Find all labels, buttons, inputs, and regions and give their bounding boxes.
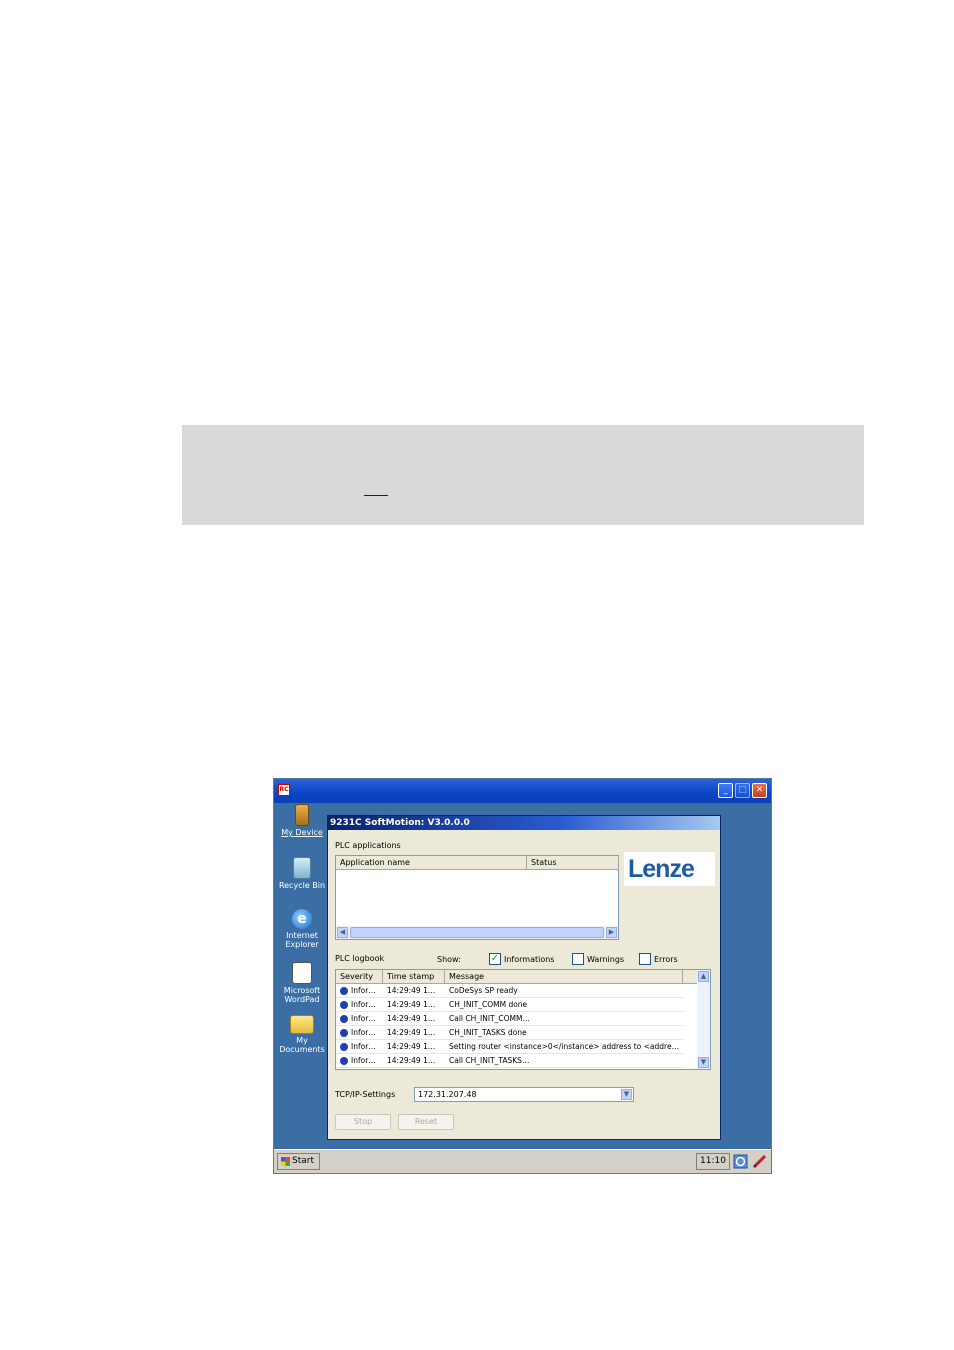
informations-checkbox[interactable]: ✓ — [489, 953, 501, 965]
info-icon — [340, 1001, 348, 1009]
lenze-logo-area: Lenze — [624, 852, 715, 886]
maximize-button[interactable]: □ — [735, 783, 750, 798]
log-message: CoDeSys SP ready — [449, 986, 518, 995]
stop-button[interactable]: Stop — [335, 1114, 391, 1130]
warnings-label: Warnings — [587, 955, 625, 964]
app-title: 9231C SoftMotion: V3.0.0.0 — [328, 816, 720, 830]
log-severity: Infor… — [351, 1014, 376, 1023]
log-time: 14:29:49 1… — [387, 1000, 436, 1009]
desktop-icon-label-2: Documents — [279, 1045, 325, 1054]
log-message: CH_INIT_TASKS done — [449, 1028, 527, 1037]
desktop-icon-my-documents[interactable]: My Documents — [278, 1015, 326, 1054]
log-severity: Infor… — [351, 1000, 376, 1009]
log-row[interactable]: Infor… 14:29:49 1… Call CH_INIT_COMM… — [336, 1012, 684, 1026]
desktop-icon-my-device[interactable]: My Device — [278, 804, 326, 837]
errors-checkbox[interactable] — [639, 953, 651, 965]
log-row[interactable]: Infor… 14:29:49 1… CoDeSys SP ready — [336, 984, 684, 998]
info-icon — [340, 1015, 348, 1023]
log-time: 14:29:49 1… — [387, 1014, 436, 1023]
log-row[interactable]: Infor… 14:29:49 1… Call CH_INIT_TASKS… — [336, 1054, 684, 1068]
log-time: 14:29:49 1… — [387, 1042, 436, 1051]
system-menu-icon[interactable]: RC — [278, 784, 290, 796]
desktop-icon-label: Recycle Bin — [278, 881, 326, 890]
warnings-checkbox[interactable] — [572, 953, 584, 965]
start-button[interactable]: Start — [277, 1153, 320, 1170]
scroll-thumb[interactable] — [350, 927, 604, 938]
desktop-icon-internet-explorer[interactable]: e Internet Explorer — [278, 909, 326, 949]
network-tray-icon[interactable] — [733, 1154, 748, 1169]
log-severity: Infor… — [351, 986, 376, 995]
desktop-icon-label: My — [296, 1036, 308, 1045]
plc-logbook-list[interactable]: Severity Time stamp Message Infor… 14:29… — [335, 969, 711, 1070]
softmotion-window: 9231C SoftMotion: V3.0.0.0 PLC applicati… — [327, 815, 721, 1140]
log-message: Setting router <instance>0</instance> ad… — [449, 1042, 680, 1051]
desktop-icon-label: Internet — [286, 931, 318, 940]
log-severity: Infor… — [351, 1056, 376, 1065]
desktop-icon-wordpad[interactable]: Microsoft WordPad — [278, 962, 326, 1004]
lenze-logo: Lenze — [628, 855, 695, 883]
show-label: Show: — [437, 955, 461, 964]
internet-explorer-icon: e — [292, 909, 312, 929]
scroll-up-icon[interactable]: ▲ — [698, 971, 709, 982]
folder-icon — [290, 1015, 314, 1034]
gray-note-box — [182, 425, 864, 525]
info-icon — [340, 1043, 348, 1051]
log-time: 14:29:49 1… — [387, 986, 436, 995]
errors-label: Errors — [654, 955, 678, 964]
close-button[interactable]: ✕ — [752, 783, 767, 798]
log-row[interactable]: Infor… 14:29:49 1… CH_INIT_TASKS done — [336, 1026, 684, 1040]
tcpip-settings-value: 172.31.207.48 — [418, 1090, 477, 1099]
log-row[interactable]: Infor… 14:29:49 1… Setting router <insta… — [336, 1040, 684, 1054]
log-severity: Infor… — [351, 1042, 376, 1051]
plc-logbook-label: PLC logbook — [335, 954, 385, 963]
info-icon — [340, 987, 348, 995]
recycle-bin-icon — [293, 857, 311, 879]
windows-flag-icon — [281, 1157, 290, 1166]
desktop-icon-label-2: Explorer — [285, 940, 319, 949]
minimize-button[interactable]: _ — [718, 783, 733, 798]
desktop-icon-label: My Device — [281, 828, 323, 837]
scroll-right-icon[interactable]: ▶ — [606, 927, 617, 938]
desktop-icon-label: Microsoft — [283, 986, 321, 995]
log-message: Call CH_INIT_COMM… — [449, 1014, 530, 1023]
tcpip-settings-label: TCP/IP-Settings — [335, 1090, 396, 1099]
column-time-stamp[interactable]: Time stamp — [383, 970, 445, 984]
window-title-bar: RC _ □ ✕ — [274, 779, 771, 803]
log-severity: Infor… — [351, 1028, 376, 1037]
note-underline — [364, 495, 388, 496]
log-row[interactable]: Infor… 14:29:49 1… CH_INIT_COMM done — [336, 998, 684, 1012]
column-application-name[interactable]: Application name — [336, 856, 527, 870]
column-status[interactable]: Status — [527, 856, 619, 870]
log-time: 14:29:49 1… — [387, 1056, 436, 1065]
wordpad-icon — [292, 962, 312, 984]
column-message[interactable]: Message — [445, 970, 683, 984]
start-label: Start — [292, 1156, 314, 1166]
log-message: CH_INIT_COMM done — [449, 1000, 528, 1009]
column-severity[interactable]: Severity — [336, 970, 383, 984]
informations-label: Informations — [504, 955, 555, 964]
log-time: 14:29:49 1… — [387, 1028, 436, 1037]
reset-button[interactable]: Reset — [398, 1114, 454, 1130]
scroll-down-icon[interactable]: ▼ — [698, 1057, 709, 1068]
horizontal-scrollbar[interactable]: ◀ ▶ — [336, 926, 618, 939]
log-message: Call CH_INIT_TASKS… — [449, 1056, 530, 1065]
taskbar: Start 11:10 — [274, 1149, 771, 1173]
info-icon — [340, 1057, 348, 1065]
plc-applications-label: PLC applications — [335, 841, 401, 850]
pen-tray-icon[interactable] — [752, 1154, 767, 1169]
plc-applications-list[interactable]: Application name Status ◀ ▶ — [335, 855, 619, 940]
device-screen: RC _ □ ✕ My Device Recycle Bin e Interne… — [273, 778, 772, 1174]
handheld-device-icon — [295, 804, 309, 826]
taskbar-clock[interactable]: 11:10 — [696, 1153, 730, 1170]
tcpip-settings-select[interactable]: 172.31.207.48 ▼ — [414, 1087, 634, 1102]
chevron-down-icon[interactable]: ▼ — [621, 1089, 632, 1100]
desktop-icon-recycle-bin[interactable]: Recycle Bin — [278, 857, 326, 890]
desktop-icon-label-2: WordPad — [284, 995, 320, 1004]
vertical-scrollbar[interactable]: ▲ ▼ — [697, 970, 710, 1069]
scroll-left-icon[interactable]: ◀ — [337, 927, 348, 938]
info-icon — [340, 1029, 348, 1037]
